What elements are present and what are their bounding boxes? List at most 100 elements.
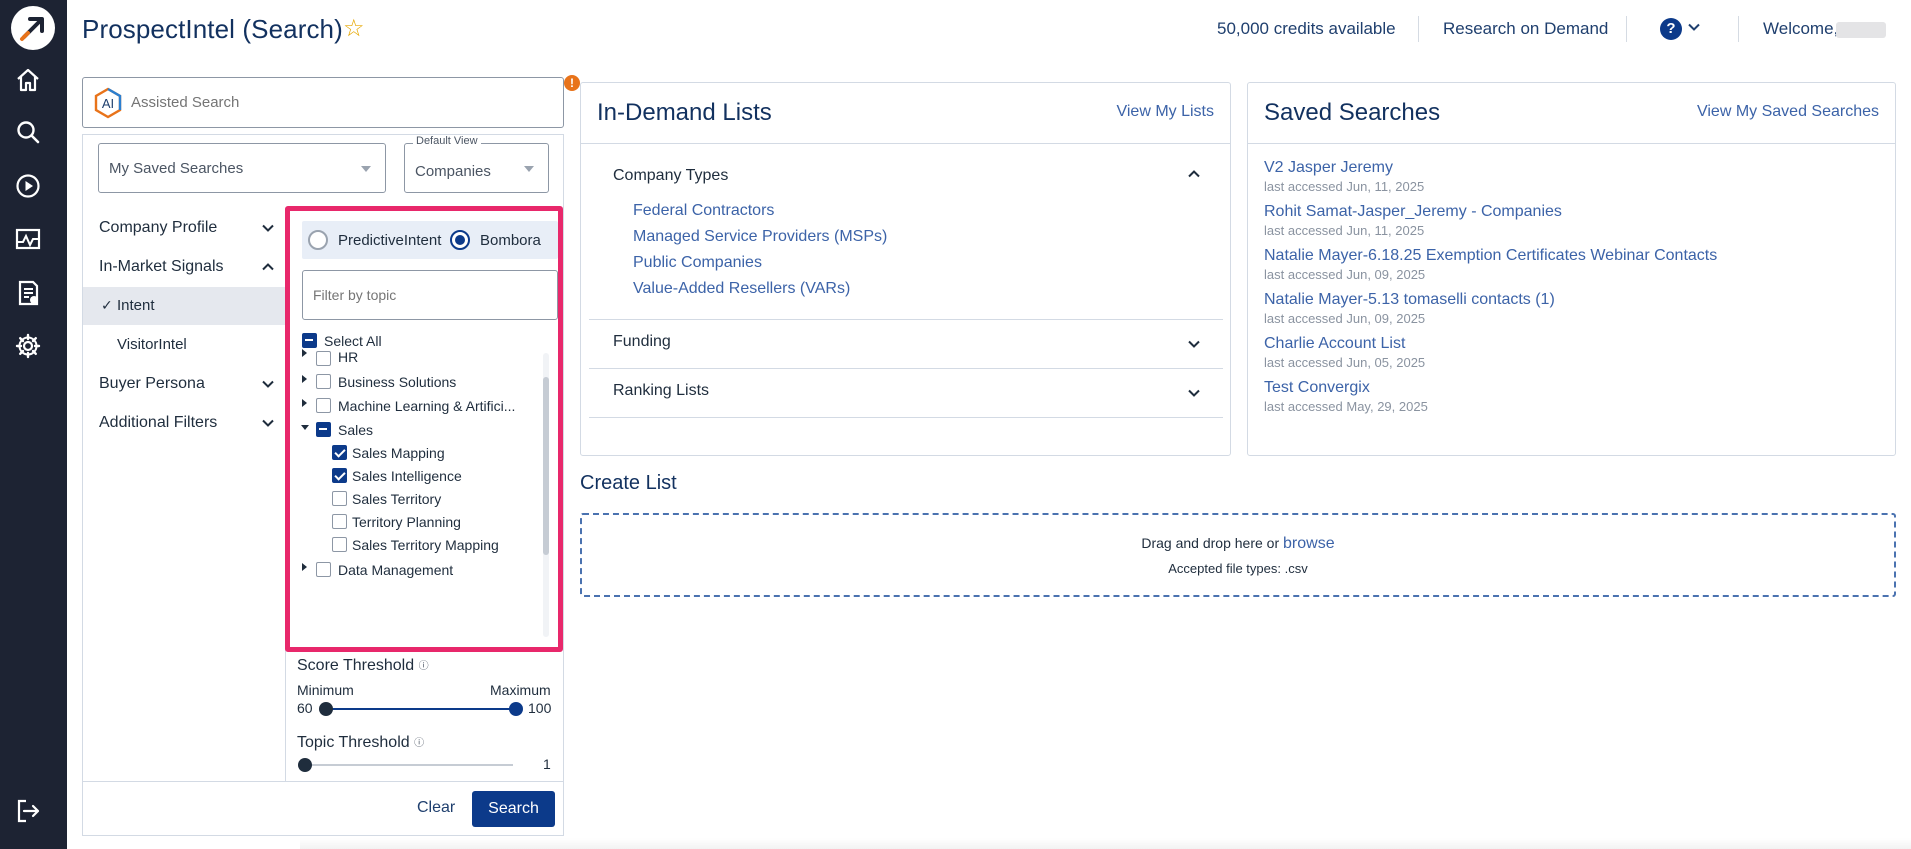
topic-tree-scrollbar[interactable] bbox=[543, 353, 549, 637]
saved-search-link[interactable]: Test Convergix bbox=[1264, 379, 1370, 397]
star-outline-icon[interactable]: ☆ bbox=[343, 14, 365, 43]
saved-search-link[interactable]: Rohit Samat-Jasper_Jeremy - Companies bbox=[1264, 203, 1562, 221]
topic-threshold-handle[interactable] bbox=[298, 758, 312, 772]
list-link-msps[interactable]: Managed Service Providers (MSPs) bbox=[633, 228, 887, 246]
saved-search-date: last accessed Jun, 11, 2025 bbox=[1264, 179, 1425, 194]
topic-label-sales-territory-mapping: Sales Territory Mapping bbox=[352, 537, 499, 553]
app-logo[interactable] bbox=[11, 6, 55, 50]
saved-searches-select-value: My Saved Searches bbox=[109, 160, 244, 177]
topic-checkbox-sales-territory-mapping[interactable] bbox=[332, 537, 347, 552]
settings-icon[interactable] bbox=[12, 330, 44, 362]
nav-label: In-Market Signals bbox=[99, 258, 224, 275]
header-divider bbox=[1626, 16, 1627, 42]
list-link-vars[interactable]: Value-Added Resellers (VARs) bbox=[633, 280, 850, 298]
accordion-company-types[interactable]: Company Types bbox=[613, 167, 728, 185]
analytics-icon[interactable] bbox=[12, 223, 44, 255]
file-drop-zone[interactable]: Drag and drop here or browse Accepted fi… bbox=[580, 513, 1896, 597]
topic-checkbox-business-solutions[interactable] bbox=[316, 374, 331, 389]
expand-arrow-icon[interactable] bbox=[302, 375, 307, 383]
welcome-text: Welcome, bbox=[1763, 19, 1839, 38]
topic-checkbox-sales-territory[interactable] bbox=[332, 491, 347, 506]
chevron-up-icon[interactable] bbox=[1187, 167, 1201, 186]
score-min-handle[interactable] bbox=[319, 702, 333, 716]
nav-company-profile[interactable]: Company Profile bbox=[83, 209, 285, 247]
default-view-select[interactable]: Default View Companies bbox=[404, 135, 549, 193]
bottom-shadow bbox=[300, 838, 1911, 849]
report-icon[interactable] bbox=[12, 277, 44, 309]
nav-sub-intent[interactable]: ✓ Intent bbox=[83, 287, 285, 325]
topic-threshold-title: Topic Threshold ⓘ bbox=[297, 734, 424, 752]
chevron-down-icon[interactable] bbox=[1687, 20, 1701, 39]
view-my-lists-link[interactable]: View My Lists bbox=[1116, 103, 1214, 121]
search-button[interactable]: Search bbox=[472, 791, 555, 827]
saved-searches-select[interactable]: My Saved Searches bbox=[98, 143, 386, 193]
search-icon[interactable] bbox=[12, 116, 44, 148]
topic-label-ml-ai: Machine Learning & Artifici... bbox=[338, 398, 516, 414]
topic-checkbox-sales-intelligence[interactable] bbox=[332, 468, 347, 483]
radio-predictive-intent[interactable] bbox=[308, 230, 328, 250]
accordion-divider bbox=[589, 368, 1223, 369]
assisted-search-input[interactable] bbox=[131, 94, 531, 111]
info-icon[interactable]: ⓘ bbox=[419, 661, 429, 672]
topic-checkbox-sales[interactable] bbox=[316, 422, 331, 437]
view-my-saved-searches-link[interactable]: View My Saved Searches bbox=[1697, 103, 1879, 121]
nav-label: Company Profile bbox=[99, 219, 218, 236]
saved-search-link[interactable]: Natalie Mayer-5.13 tomaselli contacts (1… bbox=[1264, 291, 1555, 309]
score-min-value: 60 bbox=[297, 700, 313, 716]
topic-checkbox-ml-ai[interactable] bbox=[316, 398, 331, 413]
maximum-label: Maximum bbox=[490, 682, 551, 698]
topic-filter-input[interactable] bbox=[313, 287, 533, 303]
chevron-down-icon[interactable] bbox=[1187, 386, 1201, 405]
topic-checkbox-data-management[interactable] bbox=[316, 562, 331, 577]
saved-searches-card: Saved Searches View My Saved Searches V2… bbox=[1247, 82, 1896, 456]
page-title: ProspectIntel (Search) bbox=[82, 14, 343, 44]
saved-search-link[interactable]: Natalie Mayer-6.18.25 Exemption Certific… bbox=[1264, 247, 1717, 265]
topic-filter-field[interactable] bbox=[302, 270, 558, 320]
topic-checkbox-sales-mapping[interactable] bbox=[332, 445, 347, 460]
assisted-search-box[interactable]: AI bbox=[82, 77, 564, 128]
nav-label: Buyer Persona bbox=[99, 375, 205, 392]
topic-checkbox-hr[interactable] bbox=[316, 351, 331, 366]
expand-arrow-icon[interactable] bbox=[302, 349, 307, 357]
caret-down-icon bbox=[524, 166, 534, 172]
accordion-ranking-lists[interactable]: Ranking Lists bbox=[613, 382, 709, 400]
info-icon[interactable]: ⓘ bbox=[414, 738, 424, 749]
warning-icon[interactable]: ! bbox=[564, 75, 580, 91]
user-name-redacted bbox=[1836, 22, 1886, 38]
expand-arrow-icon[interactable] bbox=[302, 399, 307, 407]
select-all-label: Select All bbox=[324, 333, 382, 349]
browse-link[interactable]: browse bbox=[1283, 535, 1335, 552]
list-link-federal-contractors[interactable]: Federal Contractors bbox=[633, 202, 774, 220]
saved-search-link[interactable]: V2 Jasper Jeremy bbox=[1264, 159, 1393, 177]
topic-label-sales: Sales bbox=[338, 422, 374, 438]
scrollbar-thumb[interactable] bbox=[543, 377, 549, 555]
expand-arrow-icon[interactable] bbox=[302, 563, 307, 571]
nav-buyer-persona[interactable]: Buyer Persona bbox=[83, 365, 285, 403]
topic-checkbox-territory-planning[interactable] bbox=[332, 514, 347, 529]
radio-bombora[interactable] bbox=[450, 230, 470, 250]
chevron-up-icon bbox=[261, 260, 275, 279]
nav-in-market-signals[interactable]: In-Market Signals bbox=[83, 248, 285, 286]
topic-tree: Select All HR Business Solutions Machine… bbox=[290, 329, 558, 645]
accordion-funding[interactable]: Funding bbox=[613, 333, 671, 351]
help-icon[interactable]: ? bbox=[1660, 18, 1682, 40]
chevron-down-icon[interactable] bbox=[1187, 337, 1201, 356]
select-all-checkbox[interactable] bbox=[302, 333, 317, 348]
play-icon[interactable] bbox=[12, 170, 44, 202]
topic-threshold-track bbox=[308, 764, 513, 766]
research-on-demand-link[interactable]: Research on Demand bbox=[1443, 19, 1608, 39]
collapse-arrow-icon[interactable] bbox=[301, 425, 309, 430]
logout-icon[interactable] bbox=[12, 795, 44, 827]
saved-search-link[interactable]: Charlie Account List bbox=[1264, 335, 1405, 353]
saved-searches-title: Saved Searches bbox=[1264, 99, 1441, 126]
saved-search-date: last accessed Jun, 09, 2025 bbox=[1264, 311, 1426, 326]
list-link-public-companies[interactable]: Public Companies bbox=[633, 254, 762, 272]
nav-sub-visitor-intel[interactable]: VisitorIntel bbox=[83, 326, 285, 364]
card-header-divider bbox=[581, 143, 1230, 144]
in-demand-lists-card: In-Demand Lists View My Lists Company Ty… bbox=[580, 82, 1231, 456]
home-icon[interactable] bbox=[12, 64, 44, 96]
nav-additional-filters[interactable]: Additional Filters bbox=[83, 404, 285, 442]
saved-search-date: last accessed Jun, 05, 2025 bbox=[1264, 355, 1426, 370]
score-max-handle[interactable] bbox=[509, 702, 523, 716]
clear-button[interactable]: Clear bbox=[417, 799, 455, 817]
